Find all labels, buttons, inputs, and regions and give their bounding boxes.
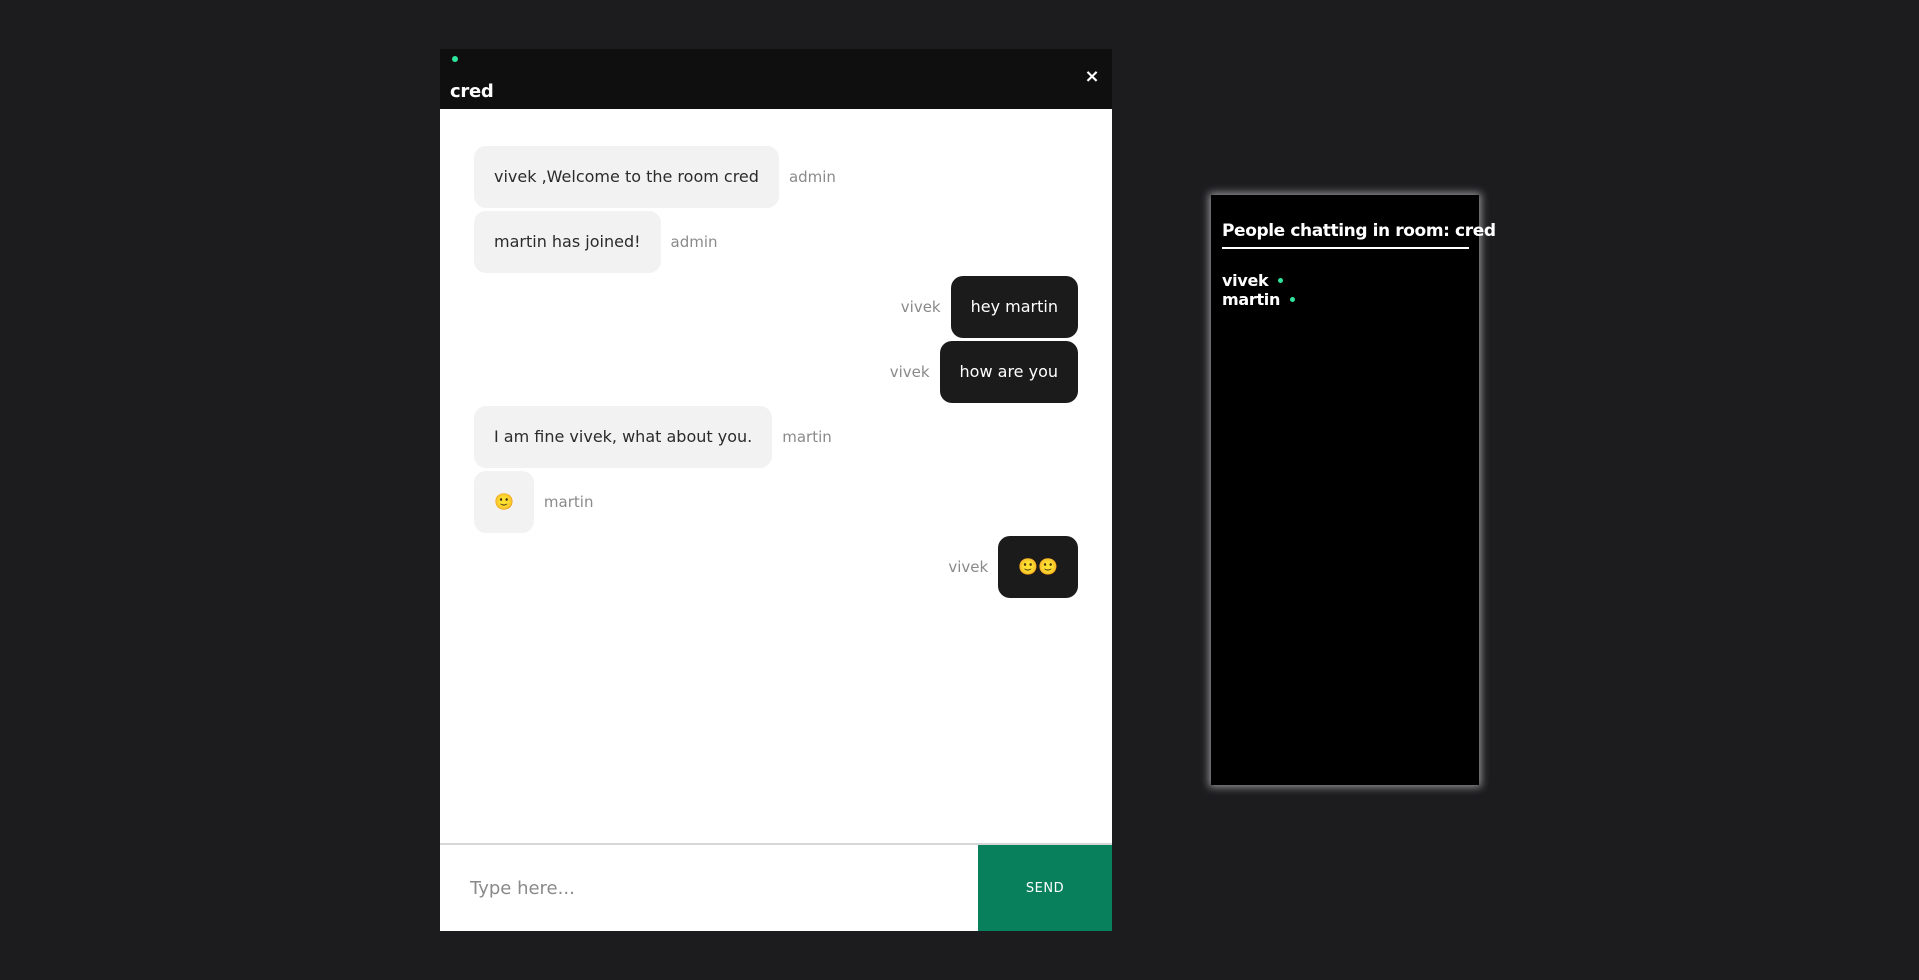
chat-window: cred × vivek ,Welcome to the room cred a… [440, 49, 1112, 931]
message-sender: vivek [900, 298, 941, 316]
message-sender: vivek [889, 363, 930, 381]
online-status-icon [1278, 278, 1284, 283]
message-bubble: how are you [939, 341, 1078, 403]
message-row: vivek how are you [474, 341, 1078, 403]
message-bubble: martin has joined! [474, 211, 661, 273]
person-item: martin [1222, 290, 1469, 309]
message-sender: martin [543, 493, 594, 511]
message-row: I am fine vivek, what about you. martin [474, 406, 1078, 468]
person-name: vivek [1222, 271, 1269, 290]
people-panel: People chatting in room: cred vivek mart… [1211, 195, 1496, 785]
message-row: martin has joined! admin [474, 211, 1078, 273]
room-title: cred [450, 81, 494, 102]
send-button[interactable]: SEND [978, 845, 1112, 931]
message-bubble: hey martin [950, 276, 1078, 338]
message-list: vivek ,Welcome to the room cred admin ma… [440, 109, 1112, 843]
message-row: 🙂 martin [474, 471, 1078, 533]
message-sender: admin [670, 233, 718, 251]
message-composer: SEND [440, 843, 1112, 931]
person-item: vivek [1222, 271, 1469, 290]
online-status-icon [1290, 297, 1296, 302]
online-status-icon [452, 56, 458, 62]
message-sender: admin [788, 168, 836, 186]
people-list: vivek martin [1222, 271, 1469, 309]
message-bubble: vivek ,Welcome to the room cred [474, 146, 779, 208]
message-row: vivek 🙂🙂 [474, 536, 1078, 598]
message-bubble: 🙂 [474, 471, 534, 533]
chat-header: cred × [440, 49, 1112, 109]
person-name: martin [1222, 290, 1281, 309]
message-bubble: I am fine vivek, what about you. [474, 406, 773, 468]
message-sender: martin [782, 428, 832, 446]
message-sender: vivek [948, 558, 989, 576]
message-row: vivek ,Welcome to the room cred admin [474, 146, 1078, 208]
people-panel-title: People chatting in room: cred [1222, 221, 1496, 249]
message-bubble: 🙂🙂 [998, 536, 1078, 598]
message-row: vivek hey martin [474, 276, 1078, 338]
message-input[interactable] [440, 845, 978, 931]
close-icon[interactable]: × [1082, 65, 1102, 89]
